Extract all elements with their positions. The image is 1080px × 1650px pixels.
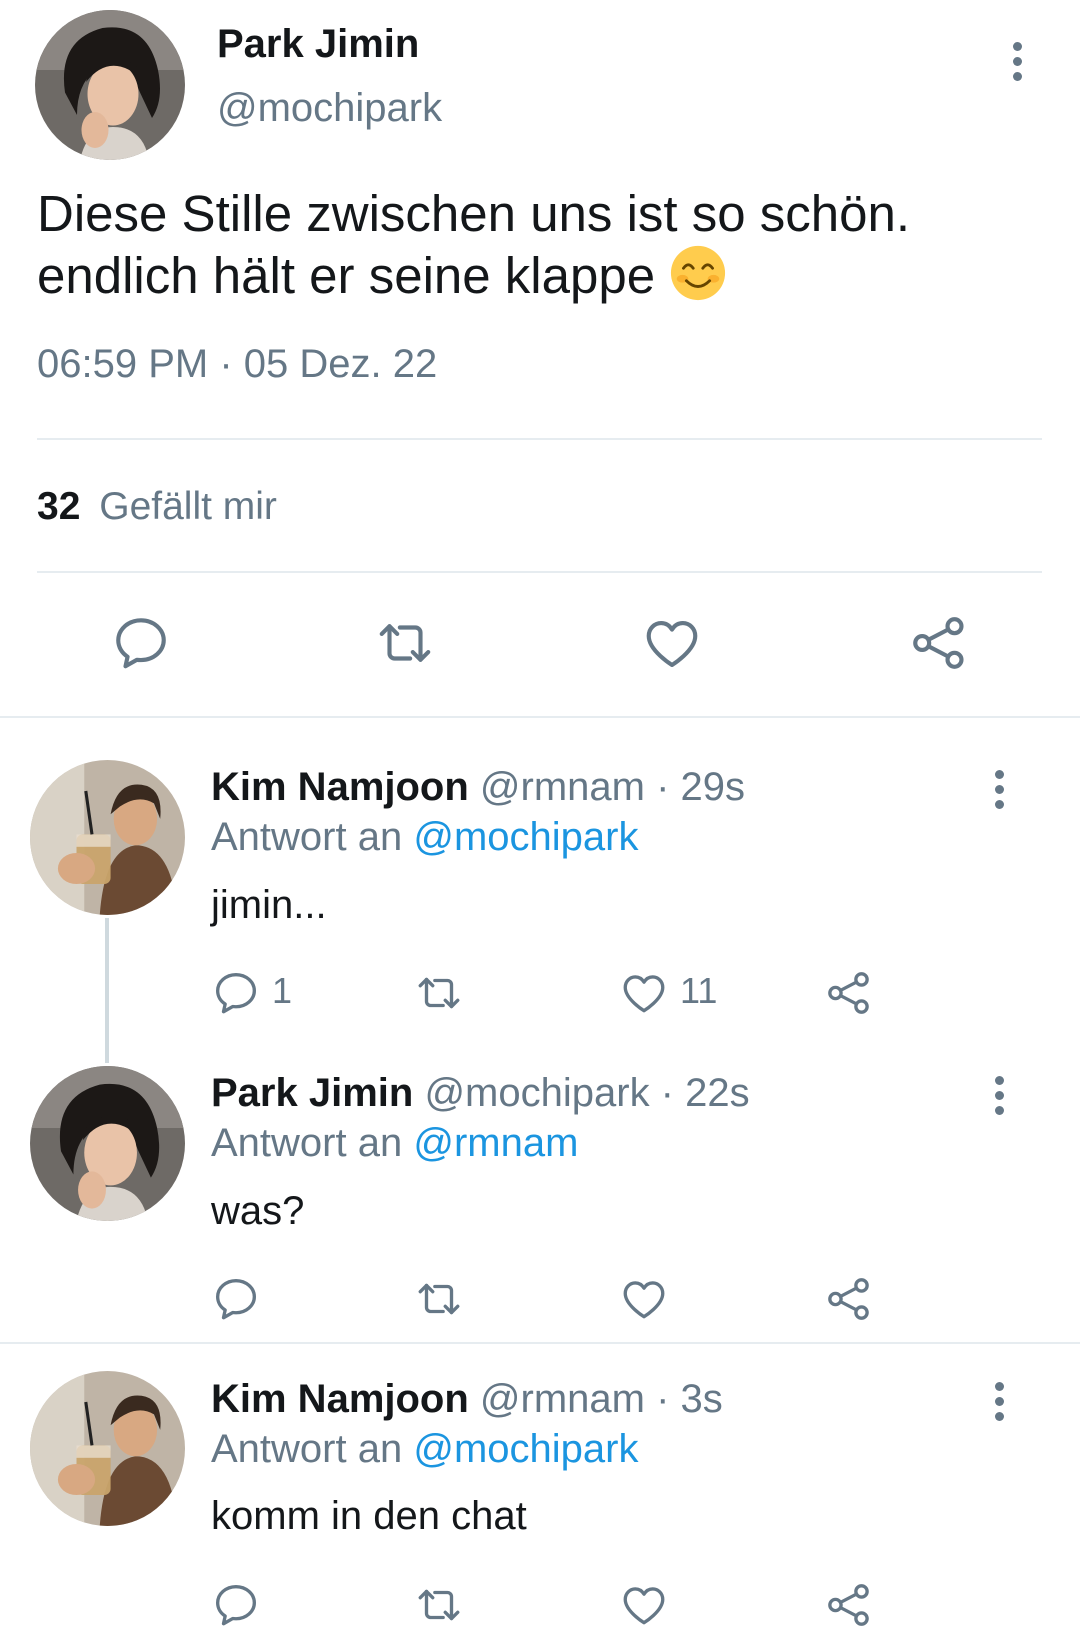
divider [37, 571, 1042, 573]
retweet-icon[interactable] [414, 968, 464, 1018]
like-icon[interactable] [619, 1274, 669, 1324]
reply-text: was? [211, 1189, 305, 1233]
reply-to-prefix: Antwort an [211, 1427, 403, 1471]
main-tweet-text-line1: Diese Stille zwischen uns ist so schön. [37, 185, 911, 242]
reply-author-name[interactable]: Park Jimin [211, 1071, 413, 1115]
reply-text: komm in den chat [211, 1494, 527, 1538]
reply-author-name[interactable]: Kim Namjoon [211, 765, 469, 809]
retweet-icon[interactable] [374, 612, 436, 674]
main-tweet-text-line2: endlich hält er seine klappe [37, 244, 1057, 315]
reply-to-line: Antwort an @mochipark [211, 815, 638, 860]
main-tweet-more-icon[interactable] [1010, 42, 1024, 87]
reply-avatar[interactable] [30, 1066, 185, 1221]
reply-to-link[interactable]: @mochipark [413, 815, 638, 859]
reply-header: Kim Namjoon @rmnam · 3s [211, 1377, 723, 1422]
section-divider [0, 716, 1080, 718]
smiling-face-emoji-icon [669, 244, 727, 315]
reply-icon[interactable] [211, 1274, 261, 1324]
main-tweet-text: Diese Stille zwischen uns ist so schön. … [37, 184, 1057, 315]
like-icon[interactable] [641, 612, 703, 674]
reply-text: jimin... [211, 883, 327, 927]
like-icon[interactable] [619, 968, 669, 1018]
likes-count: 32 [37, 485, 81, 528]
retweet-icon[interactable] [414, 1580, 464, 1630]
divider [37, 438, 1042, 440]
reply-to-link[interactable]: @rmnam [413, 1121, 578, 1165]
reply-handle-time[interactable]: @rmnam · 3s [480, 1377, 723, 1421]
retweet-icon[interactable] [414, 1274, 464, 1324]
reply-header: Park Jimin @mochipark · 22s [211, 1071, 750, 1116]
share-icon[interactable] [908, 612, 970, 674]
thread-connector-line [105, 918, 109, 1063]
reply-more-icon[interactable] [992, 1076, 1006, 1121]
reply-count: 1 [272, 970, 293, 1011]
likes-label: Gefällt mir [99, 485, 277, 528]
share-icon[interactable] [824, 1274, 874, 1324]
reply-icon[interactable] [211, 968, 261, 1018]
reply-to-prefix: Antwort an [211, 815, 403, 859]
main-tweet-handle[interactable]: @mochipark [217, 86, 442, 131]
main-tweet-timestamp[interactable]: 06:59 PM · 05 Dez. 22 [37, 342, 437, 387]
like-count: 11 [680, 970, 718, 1011]
section-divider [0, 1342, 1080, 1344]
main-tweet-avatar[interactable] [35, 10, 185, 160]
main-tweet-author-name[interactable]: Park Jimin [217, 22, 419, 67]
likes-summary[interactable]: 32 Gefällt mir [37, 485, 277, 529]
reply-header: Kim Namjoon @rmnam · 29s [211, 765, 745, 810]
reply-more-icon[interactable] [992, 770, 1006, 815]
reply-to-line: Antwort an @rmnam [211, 1121, 578, 1166]
reply-more-icon[interactable] [992, 1382, 1006, 1427]
reply-handle-time[interactable]: @mochipark · 22s [424, 1071, 749, 1115]
like-icon[interactable] [619, 1580, 669, 1630]
reply-handle-time[interactable]: @rmnam · 29s [480, 765, 745, 809]
reply-avatar[interactable] [30, 1371, 185, 1526]
reply-icon[interactable] [110, 612, 172, 674]
reply-avatar[interactable] [30, 760, 185, 915]
reply-to-link[interactable]: @mochipark [413, 1427, 638, 1471]
share-icon[interactable] [824, 968, 874, 1018]
reply-author-name[interactable]: Kim Namjoon [211, 1377, 469, 1421]
share-icon[interactable] [824, 1580, 874, 1630]
reply-to-prefix: Antwort an [211, 1121, 403, 1165]
reply-icon[interactable] [211, 1580, 261, 1630]
reply-to-line: Antwort an @mochipark [211, 1427, 638, 1472]
